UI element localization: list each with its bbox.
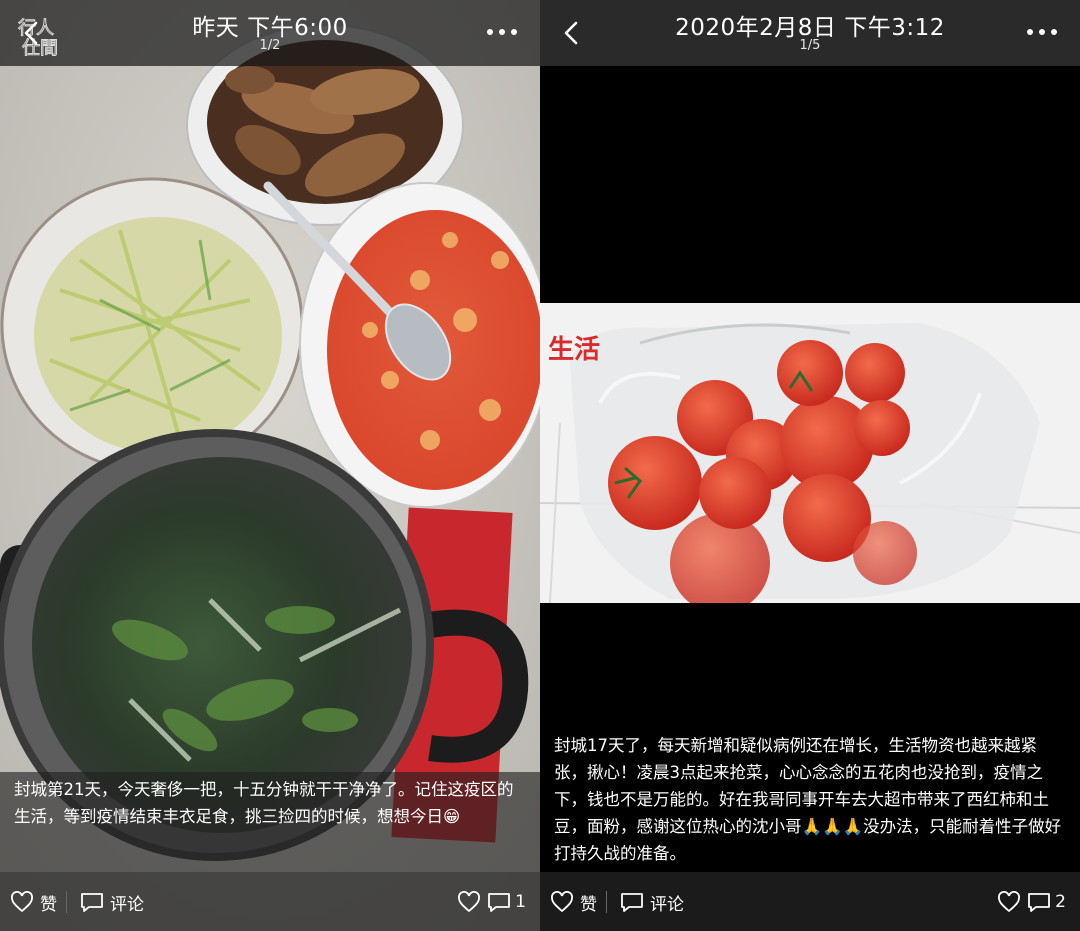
divider [66, 891, 67, 913]
more-icon[interactable] [1024, 20, 1060, 44]
post-caption: 封城17天了，每天新增和疑似病例还在增长，生活物资也越来越紧张，揪心！凌晨3点起… [554, 736, 1062, 863]
top-bar: 行人 仕間 昨天 下午6:00 1/2 [0, 0, 540, 66]
comment-icon [488, 893, 511, 912]
like-button[interactable]: 赞 [10, 889, 57, 915]
watermark-logo: 行人 仕間 [18, 18, 59, 57]
comment-icon [81, 893, 103, 912]
like-button[interactable]: 赞 [550, 889, 597, 915]
heart-icon [551, 891, 573, 913]
more-icon[interactable] [484, 20, 520, 44]
post-stats[interactable]: 2 [991, 889, 1066, 915]
comment-button[interactable]: 评论 [620, 889, 684, 915]
photo-counter: 1/5 [799, 38, 821, 53]
like-label: 赞 [580, 894, 597, 915]
right-moment-viewer: 2020年2月8日 下午3:12 1/5 生活 封城17天了，每天新增和疑似病例… [540, 0, 1080, 931]
post-stats[interactable]: 1 [451, 889, 526, 915]
heart-icon [11, 891, 33, 913]
comment-count: 1 [515, 892, 526, 912]
top-bar: 2020年2月8日 下午3:12 1/5 [540, 0, 1080, 66]
bag-print: 生活 [548, 335, 600, 365]
action-bar: 赞 评论 2 [540, 872, 1080, 931]
action-bar: 赞 评论 1 [0, 872, 540, 931]
svg-text:仕間: 仕間 [22, 38, 58, 56]
divider [606, 891, 607, 913]
like-label: 赞 [40, 894, 57, 915]
comment-icon [621, 893, 643, 912]
left-moment-viewer: 行人 仕間 昨天 下午6:00 1/2 封城第21天，今天奢侈一把，十五分钟就干… [0, 0, 540, 931]
post-caption: 封城第21天，今天奢侈一把，十五分钟就干干净净了。记住这疫区的生活，等到疫情结束… [0, 772, 540, 872]
svg-text:行人: 行人 [18, 18, 54, 39]
heart-icon [998, 891, 1021, 913]
comment-label: 评论 [110, 894, 144, 915]
comment-label: 评论 [650, 894, 684, 915]
comment-count: 2 [1055, 892, 1066, 912]
comment-button[interactable]: 评论 [80, 889, 144, 915]
comment-icon [1028, 893, 1051, 912]
heart-icon [458, 891, 481, 913]
post-time: 2020年2月8日 下午3:12 [675, 15, 945, 41]
tomato-bag-photo: 生活 [540, 303, 1080, 603]
